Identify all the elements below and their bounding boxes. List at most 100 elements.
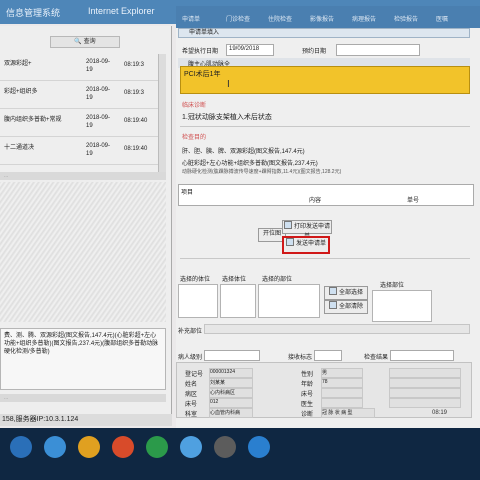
tab-pathology[interactable]: 病理报告 [352,14,376,23]
ward-label: 病区 [185,392,198,398]
patient-level-label: 病人级别 [178,355,203,361]
folder-icon[interactable] [78,436,100,458]
clear-icon [328,301,337,309]
list-item-date: 2018-09-19 [86,143,111,157]
date-field[interactable]: 19/09/2018 [226,44,274,56]
left-panel: 🔍 查询 双源彩超+ 2018-09-19 08:19:3 彩超+组织多 201… [0,26,172,418]
list-item-date: 2018-09-19 [86,87,111,101]
info-field [389,368,461,378]
clinical-diagnosis-text: 1.冠状动脉支架植入术后状态 [182,114,272,121]
extra-part-field[interactable] [204,324,470,334]
text-cursor-icon: I [227,79,230,90]
printer-icon [283,221,292,229]
exam-purpose-label: 检查目的 [182,135,207,141]
age-label: 年龄 [301,382,314,388]
id-value: 000001324 [209,368,253,378]
position-list[interactable] [220,284,256,318]
exam-result-field[interactable] [390,350,454,361]
bed-label: 床号 [301,392,314,398]
list-item-time: 08:19:40 [124,118,148,124]
screen-glare [0,182,166,322]
send-icon [285,238,294,246]
sex-label: 性别 [301,372,314,378]
col-choose-position-label: 选择体位 [222,277,247,283]
part-list[interactable] [372,290,432,322]
send-request-label: 发送申请单 [295,241,326,247]
app-icon[interactable] [112,436,134,458]
order-grid[interactable]: 项目 内容 单号 [178,184,474,206]
bed-value [321,388,363,398]
exam-result-label: 检查结果 [364,355,389,361]
list-item[interactable]: 腹内组织多普勒+常规 2018-09-19 08:19:40 [0,110,158,137]
receive-flag-label: 接收标志 [288,355,313,361]
top-tabs-bar: 申请单 门诊检查 住院检查 影像报告 病理报告 检验报告 医嘱 [176,6,480,28]
window-title-left: 信息管理系统 [6,8,61,18]
receive-flag-field[interactable] [314,350,342,361]
form-header: 申请单填入 [178,28,470,38]
info-field [389,378,461,388]
grid-header-item: 项目 [181,190,194,196]
search-icon: 🔍 [74,39,82,45]
clear-all-button[interactable]: 全部清除 [324,300,368,314]
select-all-label: 全部选择 [338,290,363,296]
select-all-button[interactable]: 全部选择 [324,286,368,300]
list-item-title: 彩超+组织多 [4,89,38,95]
tab-outpatient[interactable]: 门诊检查 [226,14,250,23]
tab-request[interactable]: 申请单 [182,14,200,23]
appt-field[interactable] [336,44,420,56]
window-title-right: Internet Explorer [88,6,155,16]
tab-orders[interactable]: 医嘱 [436,14,448,23]
start-icon[interactable] [10,436,32,458]
ie-icon[interactable] [180,436,202,458]
clinical-diagnosis-label: 临床诊断 [182,103,207,109]
browser-icon[interactable] [44,436,66,458]
search-button[interactable]: 🔍 查询 [50,36,120,48]
name-value: 刘某某 [209,378,253,388]
selected-part-list[interactable] [258,284,320,318]
tab-imaging[interactable]: 影像报告 [310,14,334,23]
list-item[interactable]: 彩超+组织多 2018-09-19 08:19:3 [0,82,158,109]
list-item-time: 08:19:3 [124,90,145,96]
list-item-time: 08:19:3 [124,62,145,68]
divider [180,258,470,259]
left-status-bar-2: ... [0,394,166,402]
dept-label: 科室 [185,412,198,418]
col-selected-part-label: 选择的部位 [262,277,293,283]
ward-value: 心内科病区 [209,388,253,398]
room-value: 012 [209,398,253,408]
list-item[interactable]: 十二通道决 2018-09-19 08:19:40 [0,138,158,165]
extra-part-label: 补充部位 [178,329,203,335]
monitor-icon[interactable] [214,436,236,458]
selected-position-list[interactable] [178,284,218,318]
list-item-title: 十二通道决 [4,145,35,151]
system-tray [340,410,430,420]
exam-item-1: 肝、胆、胰、脾、双源彩超(图文报告,147.4元) [182,149,305,155]
list-item-time: 08:19:40 [124,146,148,152]
exam-item-2: 心脏彩超+左心功能+组织多普勒(图文报告,237.4元) [182,161,318,167]
doctor-value [321,398,363,408]
diagnosis-text: PCI术后1年 [184,71,221,78]
search-button-label: 查询 [83,39,96,45]
list-scrollbar[interactable] [158,54,166,172]
diagnosis-input[interactable]: PCI术后1年 I [180,66,470,94]
list-item-date: 2018-09-19 [86,115,111,129]
list-item-date: 2018-09-19 [86,59,111,73]
grid-header-content: 内容 [309,198,322,204]
send-request-button[interactable]: 发送申请单 [282,236,330,254]
name-label: 姓名 [185,382,198,388]
clock: 08:19 [432,410,448,416]
print-send-button[interactable]: 打印发送申请单 [282,220,332,240]
check-icon [328,287,337,295]
info-field [389,398,461,408]
patient-level-field[interactable] [204,350,260,361]
tab-lab[interactable]: 检验报告 [394,14,418,23]
left-note-text: 费、测、腾、双源彩超(图文报告,147.4元)(心脏彩超+左心功能+组织多普勒)… [0,328,166,390]
network-icon[interactable] [248,436,270,458]
age-value: 78 [321,378,363,388]
list-item-title: 双源彩超+ [4,61,32,67]
chrome-icon[interactable] [146,436,168,458]
tab-inpatient[interactable]: 住院检查 [268,14,292,23]
list-item[interactable]: 双源彩超+ 2018-09-19 08:19:3 [0,54,158,81]
server-info: 158,服务器IP:10.3.1.124 [0,414,172,426]
date-label: 希望执行日期 [182,49,219,55]
